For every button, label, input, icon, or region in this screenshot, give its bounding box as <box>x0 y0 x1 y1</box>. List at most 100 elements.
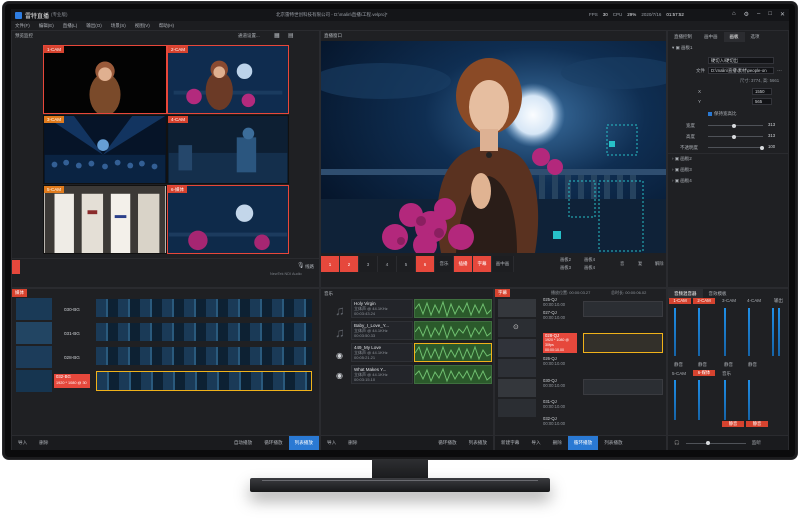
menu-live[interactable]: 直播(L) <box>63 23 78 29</box>
board2-toggle[interactable]: 画板2 <box>560 257 571 263</box>
switch-5[interactable]: 5 <box>397 256 416 272</box>
subtitle-track[interactable] <box>583 379 663 395</box>
minimize-icon[interactable]: – <box>757 11 760 18</box>
mute-label[interactable]: 静音 <box>724 362 733 368</box>
tab-options[interactable]: 选项 <box>745 32 766 42</box>
reset-button[interactable]: 复 <box>638 261 642 267</box>
browse-icon[interactable]: … <box>777 67 782 73</box>
media-filmstrip[interactable] <box>96 347 312 365</box>
media-item-selected[interactable]: 032-BG 1920 * 1080 @ 30 <box>54 374 90 388</box>
subtitle-thumb[interactable] <box>498 359 536 377</box>
sound-toggle[interactable]: 音 <box>620 261 624 267</box>
music-item[interactable]: 449_My Love 立体声 @ 44.1KHz 00:05:21.21 <box>351 343 413 362</box>
waveform[interactable] <box>414 299 492 318</box>
mute-button-active[interactable]: 静音 <box>746 421 768 427</box>
tab-live-control[interactable]: 直播控制 <box>668 32 698 42</box>
menu-file[interactable]: 文件(F) <box>15 23 30 29</box>
board2-row[interactable]: › ▣ 画板2 <box>672 156 692 162</box>
subtitle-item-selected[interactable]: 028-QJ 1920 * 1080 @ 30fps 00:00:10.00 <box>543 333 577 353</box>
channel-3-cam[interactable]: 3-CAM <box>722 298 736 303</box>
x-field[interactable]: 1550 <box>752 88 772 95</box>
loop-play-button[interactable]: 循环播放 <box>432 440 462 446</box>
board4-row[interactable]: › ▣ 画板4 <box>672 178 692 184</box>
tab-board[interactable]: 画板 <box>723 32 745 42</box>
media-thumb[interactable] <box>16 298 52 320</box>
subtitle-thumb[interactable] <box>498 339 536 357</box>
subtitle-thumb[interactable] <box>498 379 536 397</box>
import-button[interactable]: 导入 <box>321 440 342 446</box>
media-filmstrip[interactable] <box>96 299 312 317</box>
overlay-insert[interactable]: 插播 <box>454 256 473 272</box>
headphone-icon[interactable]: 🎧 <box>668 440 686 446</box>
delete-button[interactable]: 删除 <box>33 440 54 446</box>
channel-settings-link[interactable]: 通道设置... <box>238 33 260 39</box>
overlay-music[interactable]: 音乐 <box>435 256 454 272</box>
list-play-button[interactable]: 列表播放 <box>463 440 493 446</box>
mute-label[interactable]: 静音 <box>748 362 757 368</box>
channel-output[interactable]: 输出 <box>774 298 783 304</box>
board4-toggle[interactable]: 画板4 <box>584 257 595 263</box>
subtitle-thumb[interactable] <box>498 399 536 417</box>
media-filmstrip[interactable] <box>96 323 312 341</box>
opacity-knob[interactable] <box>760 145 764 150</box>
microphone-icon[interactable]: 🎙 <box>297 262 305 269</box>
board1-header[interactable]: ▾ ▣ 画板1 <box>672 45 693 51</box>
music-item[interactable]: What Makes Y... 立体声 @ 44.1KHz 00:03:15.1… <box>351 365 413 384</box>
media-thumb[interactable] <box>16 346 52 368</box>
menu-output[interactable]: 输出(O) <box>86 23 102 29</box>
release-button[interactable]: 解除 <box>655 261 664 267</box>
monitor-volume-slider[interactable] <box>685 441 746 445</box>
waveform[interactable] <box>414 365 492 384</box>
channel-5-cam[interactable]: 5-CAM <box>672 371 686 376</box>
transition-select[interactable]: 硬切入/硬切出 <box>708 57 774 64</box>
list-play-button[interactable]: 列表播放 <box>598 440 628 446</box>
waveform[interactable] <box>414 321 492 340</box>
music-item[interactable]: Baby_I_Love_Y... 立体声 @ 44.1KHz 00:03:50.… <box>351 321 413 340</box>
subtitle-item[interactable]: 030-QJ 00:00:10.00 <box>543 378 575 388</box>
preview-cell-1[interactable]: 1-CAM <box>43 45 167 114</box>
channel-2-cam[interactable]: 2-CAM <box>693 298 715 304</box>
mute-label[interactable]: 静音 <box>698 362 707 368</box>
monitor-volume-knob[interactable] <box>705 441 710 445</box>
subtitle-thumb[interactable]: ⊙ <box>498 319 536 337</box>
import-button[interactable]: 导入 <box>12 440 33 446</box>
width-knob[interactable] <box>732 123 736 128</box>
menu-edit[interactable]: 编辑(E) <box>39 23 54 29</box>
media-thumb[interactable] <box>16 322 52 344</box>
subtitle-track-selected[interactable] <box>583 333 663 353</box>
preview-cell-5[interactable]: 5-CAM <box>43 185 167 254</box>
subtitle-item[interactable]: 032-QJ 00:00:10.00 <box>543 416 575 426</box>
height-knob[interactable] <box>732 134 736 139</box>
grid-icon[interactable]: ▤ <box>288 32 294 39</box>
switch-6[interactable]: 6 <box>416 256 435 272</box>
mute-label[interactable]: 静音 <box>674 362 683 368</box>
opacity-slider[interactable] <box>708 145 764 150</box>
width-slider[interactable] <box>708 123 763 128</box>
overlay-subtitle[interactable]: 字幕 <box>473 256 492 272</box>
channel-4-cam[interactable]: 4-CAM <box>747 298 761 303</box>
channel-music[interactable]: 音乐 <box>722 371 731 377</box>
preview-cell-4[interactable]: 4-CAM <box>167 115 289 184</box>
subtitle-item[interactable]: 031-QJ 00:00:10.00 <box>543 399 575 409</box>
delete-button[interactable]: 删除 <box>547 440 568 446</box>
list-play-button[interactable]: 列表播放 <box>288 436 319 450</box>
maximize-icon[interactable]: □ <box>768 11 772 18</box>
y-field[interactable]: 565 <box>752 98 772 105</box>
media-thumb[interactable] <box>16 370 52 392</box>
play-icon[interactable]: ◉ <box>336 351 343 360</box>
play-icon[interactable]: ◉ <box>336 371 343 380</box>
menu-view[interactable]: 视图(V) <box>135 23 150 29</box>
subtitle-thumb[interactable] <box>498 299 536 317</box>
channel-1-cam[interactable]: 1-CAM <box>669 298 691 304</box>
import-button[interactable]: 导入 <box>525 440 546 446</box>
board3-toggle[interactable]: 画板3 <box>560 265 571 271</box>
music-item[interactable]: Holy Virgin 立体声 @ 44.1KHz 00:03:43.24 <box>351 299 413 318</box>
switch-2[interactable]: 2 <box>340 256 359 272</box>
switch-3[interactable]: 3 <box>359 256 378 272</box>
loop-play-button[interactable]: 循环播放 <box>567 436 599 450</box>
preview-cell-3[interactable]: 3-CAM <box>43 115 167 184</box>
file-path-field[interactable]: D:\malin\直播\素材\people-on <box>708 67 774 74</box>
subtitle-item[interactable]: 026-QJ 00:00:10.00 <box>543 356 575 366</box>
menu-scene[interactable]: 场景(S) <box>111 23 126 29</box>
mute-button-active[interactable]: 静音 <box>722 421 744 427</box>
